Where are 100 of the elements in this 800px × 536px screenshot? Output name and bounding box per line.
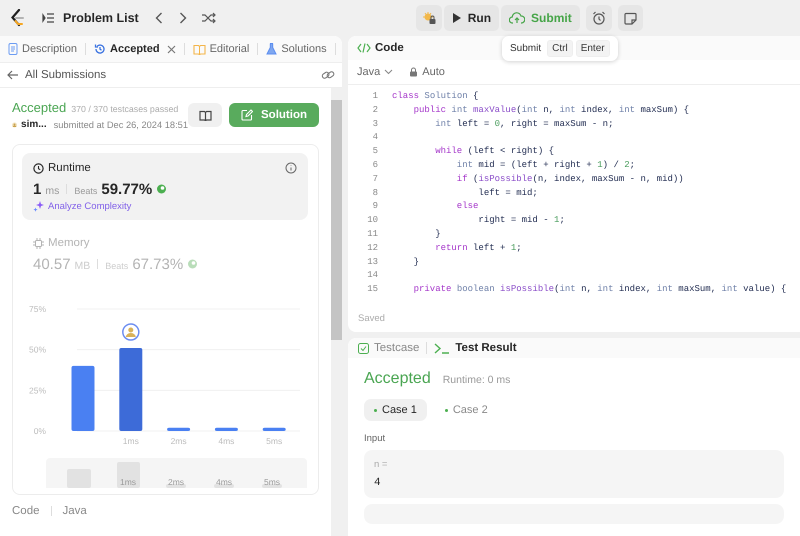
- beats-percent: 67.73%: [132, 256, 184, 273]
- line-number: 9: [372, 200, 378, 214]
- chevron-down-icon[interactable]: [384, 69, 394, 75]
- bar[interactable]: [119, 348, 142, 431]
- chevron-left-icon[interactable]: [154, 12, 163, 24]
- edit-icon: [241, 109, 253, 121]
- list-icon[interactable]: [42, 12, 55, 24]
- line-number: 7: [372, 172, 378, 186]
- line-number: 2: [372, 104, 378, 117]
- cloud-upload-icon: [509, 12, 526, 24]
- lock-icon: [409, 67, 418, 77]
- all-submissions-link[interactable]: All Submissions: [25, 69, 106, 81]
- code-line: int left = 0, right = maxSum - n;: [434, 118, 614, 131]
- code-label: Code: [12, 505, 40, 517]
- terminal-icon: [434, 342, 450, 354]
- line-number: 6: [372, 158, 378, 172]
- axis-label: 25%: [28, 385, 46, 396]
- flask-icon: [266, 43, 278, 55]
- language-select[interactable]: Java: [357, 66, 380, 78]
- axis-label: 4ms: [218, 436, 234, 446]
- book-icon: [198, 110, 212, 120]
- code-tab[interactable]: Code: [375, 42, 404, 54]
- case-tab[interactable]: Case 2: [434, 399, 498, 421]
- axis-label: 5ms: [266, 436, 282, 446]
- chevron-right-icon[interactable]: [178, 12, 187, 24]
- result-runtime: Runtime: 0 ms: [442, 374, 510, 386]
- editorial-button[interactable]: [188, 103, 222, 127]
- clock-icon: [33, 162, 44, 174]
- close-icon[interactable]: [166, 44, 176, 54]
- input-label: Input: [364, 433, 386, 444]
- key-chip: Enter: [576, 40, 610, 57]
- medal-icon: [187, 258, 198, 269]
- checkbox-icon: [358, 342, 369, 354]
- code-line: }: [412, 256, 420, 269]
- beats-percent: 59.77%: [101, 181, 152, 198]
- metric-title: Runtime: [48, 162, 91, 174]
- panel-tab[interactable]: Editorial: [190, 38, 252, 60]
- result-status: Accepted: [364, 370, 431, 388]
- bar[interactable]: [214, 428, 238, 431]
- metric-value: 40.57: [33, 256, 71, 273]
- note-icon: [624, 12, 637, 24]
- panel-tab[interactable]: Testcase: [358, 342, 420, 354]
- note-button[interactable]: [618, 5, 643, 31]
- line-number: 14: [366, 269, 378, 282]
- medal-icon: [156, 183, 168, 194]
- info-icon: [285, 162, 297, 174]
- axis-label: 75%: [28, 304, 46, 314]
- bar[interactable]: [262, 428, 286, 431]
- line-number: 11: [366, 228, 378, 241]
- metric-title: Memory: [48, 237, 90, 249]
- panel-tab[interactable]: Test Result: [434, 342, 517, 354]
- line-number: 3: [372, 118, 378, 131]
- axis-label: 5ms: [264, 477, 280, 487]
- line-number: 4: [372, 131, 378, 144]
- alarm-clock-icon: [592, 11, 606, 25]
- case-tab[interactable]: Case 1: [364, 399, 427, 421]
- link-icon[interactable]: [321, 69, 335, 81]
- runtime-panel[interactable]: Runtime 1 ms Beats 59.77% Analyze Complexity: [22, 153, 308, 220]
- beats-label: Beats: [74, 186, 98, 196]
- auto-mode[interactable]: Auto: [422, 66, 445, 78]
- debug-button[interactable]: [416, 5, 442, 31]
- line-number: 10: [366, 214, 378, 228]
- code-icon: [357, 43, 371, 53]
- code-line: if (isPossible(n, index, maxSum - n, mid)): [456, 172, 684, 186]
- scrollbar[interactable]: [331, 88, 342, 536]
- axis-label: 1ms: [120, 477, 136, 487]
- panel-tab[interactable]: Accepted: [92, 38, 178, 60]
- language-label: Java: [62, 505, 87, 517]
- sparkle-icon: [33, 201, 44, 212]
- code-line: return left + 1;: [434, 242, 522, 255]
- run-button[interactable]: Run: [444, 5, 500, 31]
- bar[interactable]: [167, 428, 190, 431]
- metric-value: 1: [33, 181, 42, 198]
- axis-label: 2ms: [170, 436, 187, 446]
- axis-label: 50%: [28, 344, 46, 355]
- panel-tab[interactable]: Description: [6, 38, 80, 60]
- metric-unit: ms: [45, 185, 60, 197]
- panel-tab[interactable]: Solutions: [264, 38, 329, 60]
- line-number: 5: [372, 145, 378, 158]
- input-value: 4: [374, 477, 382, 489]
- alarm-button[interactable]: [586, 5, 612, 31]
- line-number: 12: [366, 242, 378, 255]
- save-status: Saved: [357, 313, 386, 326]
- axis-label: 1ms: [122, 436, 139, 446]
- code-line: while (left < right) {: [434, 145, 554, 158]
- play-icon: [452, 12, 462, 24]
- problem-list-link[interactable]: Problem List: [63, 11, 139, 25]
- avatar-icon: [12, 120, 18, 130]
- line-number: 13: [366, 256, 378, 269]
- axis-label: 4ms: [216, 477, 232, 487]
- code-line: private boolean isPossible(int n, int index, int maxSum, int value) {: [412, 283, 786, 296]
- username[interactable]: sim...: [21, 119, 47, 130]
- analyze-complexity-link[interactable]: Analyze Complexity: [48, 201, 132, 212]
- document-icon: [8, 43, 18, 55]
- shuffle-icon[interactable]: [200, 12, 216, 24]
- code-line: left = mid;: [477, 186, 538, 200]
- arrow-left-icon[interactable]: [7, 70, 19, 80]
- line-number: 15: [366, 283, 378, 296]
- logo-icon[interactable]: [10, 9, 24, 27]
- avatar-icon: [122, 323, 140, 341]
